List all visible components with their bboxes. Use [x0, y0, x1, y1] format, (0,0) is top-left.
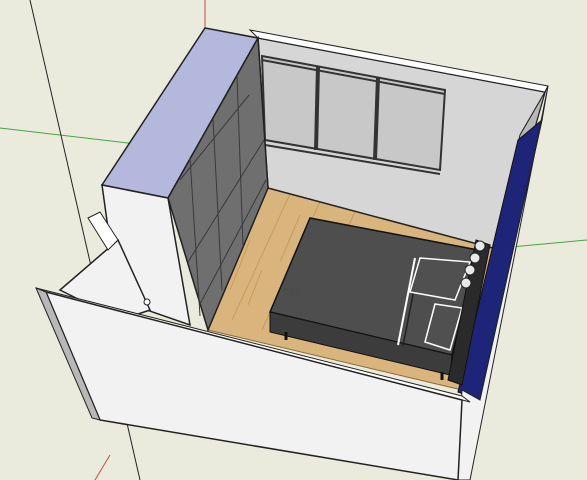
- door-handle-icon: [143, 298, 151, 306]
- lamp-icon: [460, 277, 472, 289]
- modeling-viewport[interactable]: 180: [0, 0, 587, 480]
- lamp-icon: [464, 264, 476, 276]
- lamp-icon: [474, 240, 486, 252]
- window-mullion: [314, 65, 320, 151]
- dimension-label: 180: [282, 287, 301, 298]
- lamp-icon: [469, 252, 481, 264]
